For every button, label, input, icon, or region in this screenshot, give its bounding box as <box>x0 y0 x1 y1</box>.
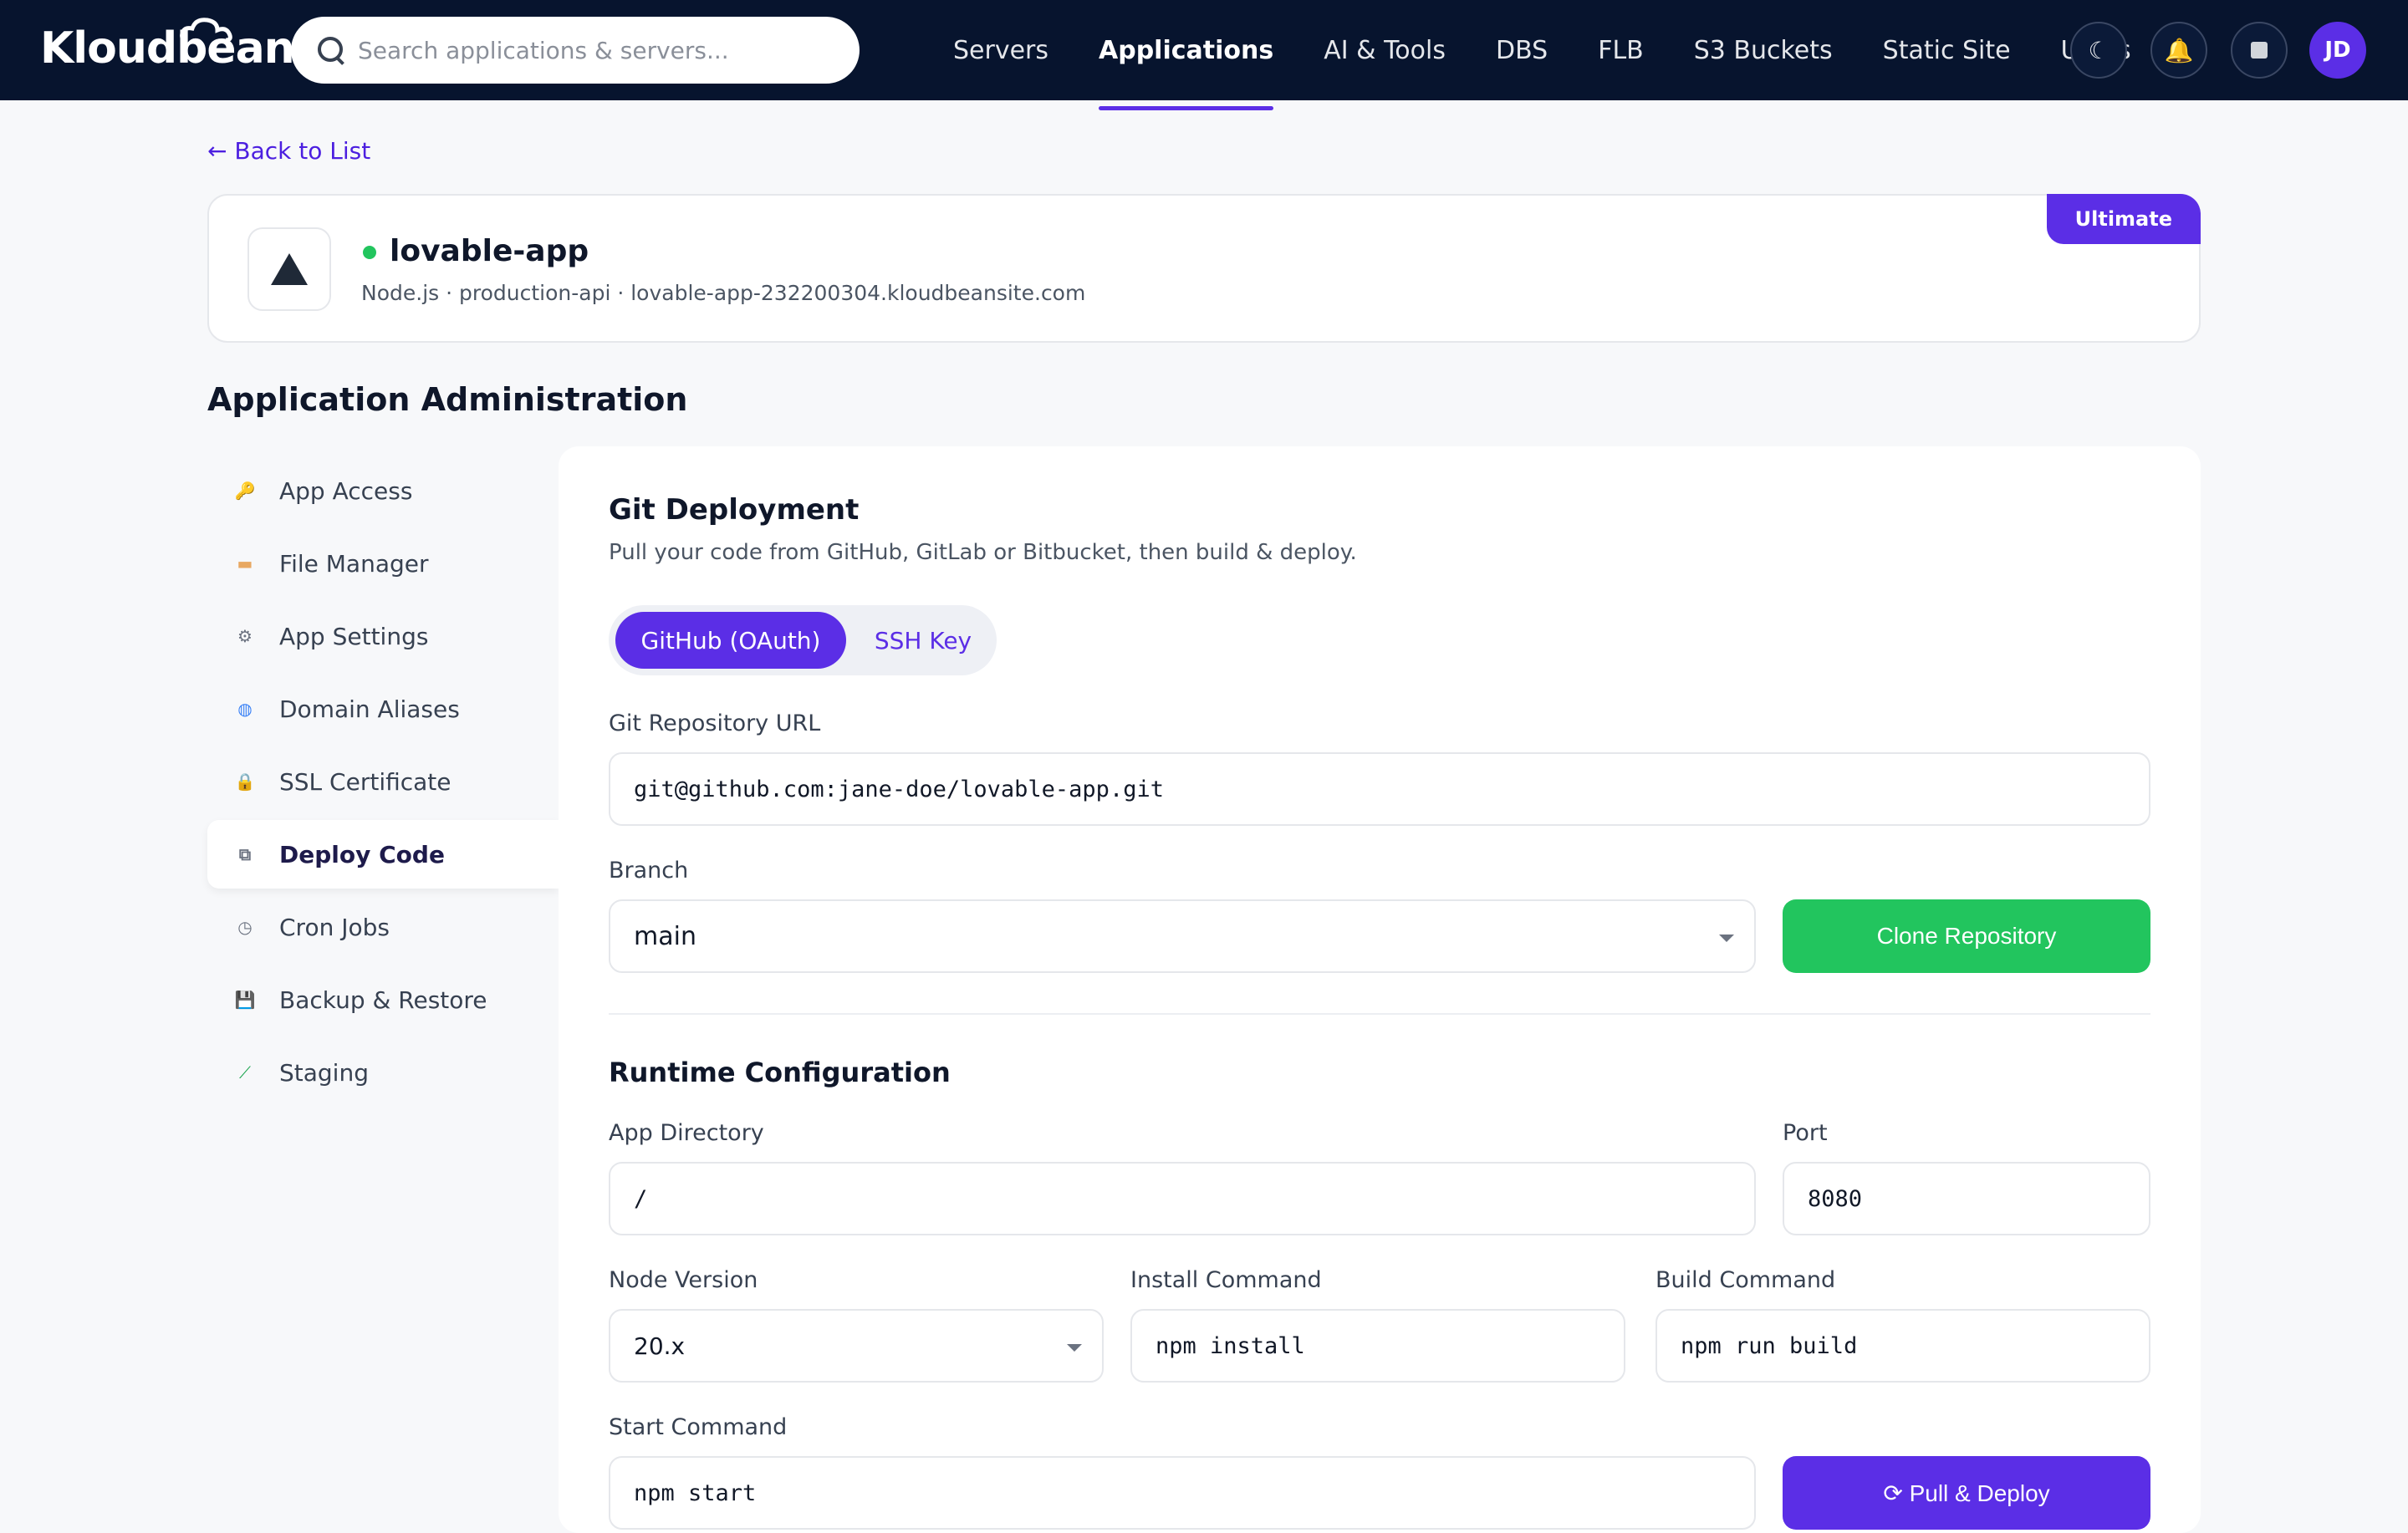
notifications-button[interactable]: 🔔 <box>2150 22 2207 79</box>
cloud-logo-icon <box>180 18 232 43</box>
search-bar[interactable] <box>291 17 860 84</box>
branch-label: Branch <box>609 858 689 884</box>
apps-button[interactable] <box>2231 22 2288 79</box>
start-command-input[interactable]: npm start <box>609 1456 1756 1530</box>
admin-sidebar: 🔑 App Access ▬ File Manager ⚙ App Settin… <box>207 456 559 1111</box>
sidebar-item-deploy-code[interactable]: ⧉ Deploy Code <box>207 820 559 889</box>
app-header-card: lovable-app Node.js · production-api · l… <box>207 194 2201 343</box>
sidebar-item-staging[interactable]: ⟋ Staging <box>207 1038 559 1107</box>
top-navbar: Kloudbean Servers Applications AI & Tool… <box>0 0 2408 110</box>
tab-github-oauth[interactable]: GitHub (OAuth) <box>615 612 846 669</box>
moon-icon: ☾ <box>2088 36 2110 64</box>
repo-url-input[interactable]: git@github.com:jane-doe/lovable-app.git <box>609 752 2150 826</box>
install-command-label: Install Command <box>1130 1267 1322 1293</box>
node-version-select[interactable]: 20.x <box>609 1309 1104 1383</box>
start-command-label: Start Command <box>609 1414 788 1440</box>
nav-applications[interactable]: Applications <box>1074 0 1298 110</box>
dark-mode-toggle[interactable]: ☾ <box>2070 22 2127 79</box>
runtime-config-title: Runtime Configuration <box>609 1057 951 1088</box>
pull-deploy-button[interactable]: ⟳ Pull & Deploy <box>1783 1456 2150 1530</box>
kloudbean-logo[interactable]: Kloudbean <box>40 18 295 74</box>
clone-repository-button[interactable]: Clone Repository <box>1783 899 2150 973</box>
build-command-label: Build Command <box>1656 1267 1836 1293</box>
section-divider <box>609 1013 2150 1015</box>
tab-ssh-key[interactable]: SSH Key <box>856 612 990 669</box>
sidebar-item-file-manager[interactable]: ▬ File Manager <box>207 529 559 598</box>
search-icon <box>316 35 346 65</box>
chevron-down-icon <box>1719 935 1734 942</box>
branch-select[interactable]: main <box>609 899 1756 973</box>
sidebar-item-cron-jobs[interactable]: ◷ Cron Jobs <box>207 893 559 961</box>
nav-static-site[interactable]: Static Site <box>1858 0 2036 100</box>
main-nav: Servers Applications AI & Tools DBS FLB … <box>928 0 2156 110</box>
floppy-icon: 💾 <box>234 990 256 1010</box>
search-input[interactable] <box>358 36 826 64</box>
git-deployment-title: Git Deployment <box>609 493 860 527</box>
status-online-icon <box>363 246 376 259</box>
lock-icon: 🔒 <box>234 772 256 792</box>
install-command-input[interactable]: npm install <box>1130 1309 1625 1383</box>
sidebar-item-app-settings[interactable]: ⚙ App Settings <box>207 602 559 670</box>
deploy-icon: ⧉ <box>238 844 252 864</box>
app-logo <box>247 227 331 311</box>
gear-icon: ⚙ <box>237 626 253 646</box>
sidebar-item-ssl-certificate[interactable]: 🔒 SSL Certificate <box>207 747 559 816</box>
test-tube-icon: ⟋ <box>239 1062 251 1082</box>
app-directory-label: App Directory <box>609 1120 764 1146</box>
node-version-label: Node Version <box>609 1267 758 1293</box>
nav-flb[interactable]: FLB <box>1573 0 1669 100</box>
clock-icon: ◷ <box>237 917 253 937</box>
nav-ai-tools[interactable]: AI & Tools <box>1298 0 1471 100</box>
deploy-code-panel: Git Deployment Pull your code from GitHu… <box>559 446 2201 1533</box>
page-title: Application Administration <box>207 381 688 418</box>
chevron-down-icon <box>1067 1344 1082 1352</box>
bell-icon: 🔔 <box>2164 36 2194 64</box>
globe-icon: ◍ <box>237 699 253 719</box>
avatar[interactable]: JD <box>2309 22 2366 79</box>
git-deployment-subtitle: Pull your code from GitHub, GitLab or Bi… <box>609 540 1357 565</box>
sidebar-item-domain-aliases[interactable]: ◍ Domain Aliases <box>207 675 559 743</box>
app-directory-input[interactable]: / <box>609 1162 1756 1235</box>
port-label: Port <box>1783 1120 1828 1146</box>
square-icon <box>2251 42 2268 59</box>
app-name: lovable-app <box>390 234 589 268</box>
sidebar-item-app-access[interactable]: 🔑 App Access <box>207 456 559 525</box>
auth-method-toggle: GitHub (OAuth) SSH Key <box>609 605 997 675</box>
folder-icon: ▬ <box>237 553 253 573</box>
triangle-icon <box>271 253 308 285</box>
port-input[interactable]: 8080 <box>1783 1162 2150 1235</box>
repo-url-label: Git Repository URL <box>609 710 821 736</box>
nav-s3-buckets[interactable]: S3 Buckets <box>1669 0 1858 100</box>
key-icon: 🔑 <box>234 481 256 501</box>
nav-servers[interactable]: Servers <box>928 0 1074 100</box>
build-command-input[interactable]: npm run build <box>1656 1309 2150 1383</box>
sidebar-item-backup-restore[interactable]: 💾 Backup & Restore <box>207 965 559 1034</box>
back-to-list-link[interactable]: ← Back to List <box>207 137 370 165</box>
plan-badge: Ultimate <box>2046 194 2201 244</box>
app-meta: Node.js · production-api · lovable-app-2… <box>361 281 1086 305</box>
nav-dbs[interactable]: DBS <box>1471 0 1573 100</box>
